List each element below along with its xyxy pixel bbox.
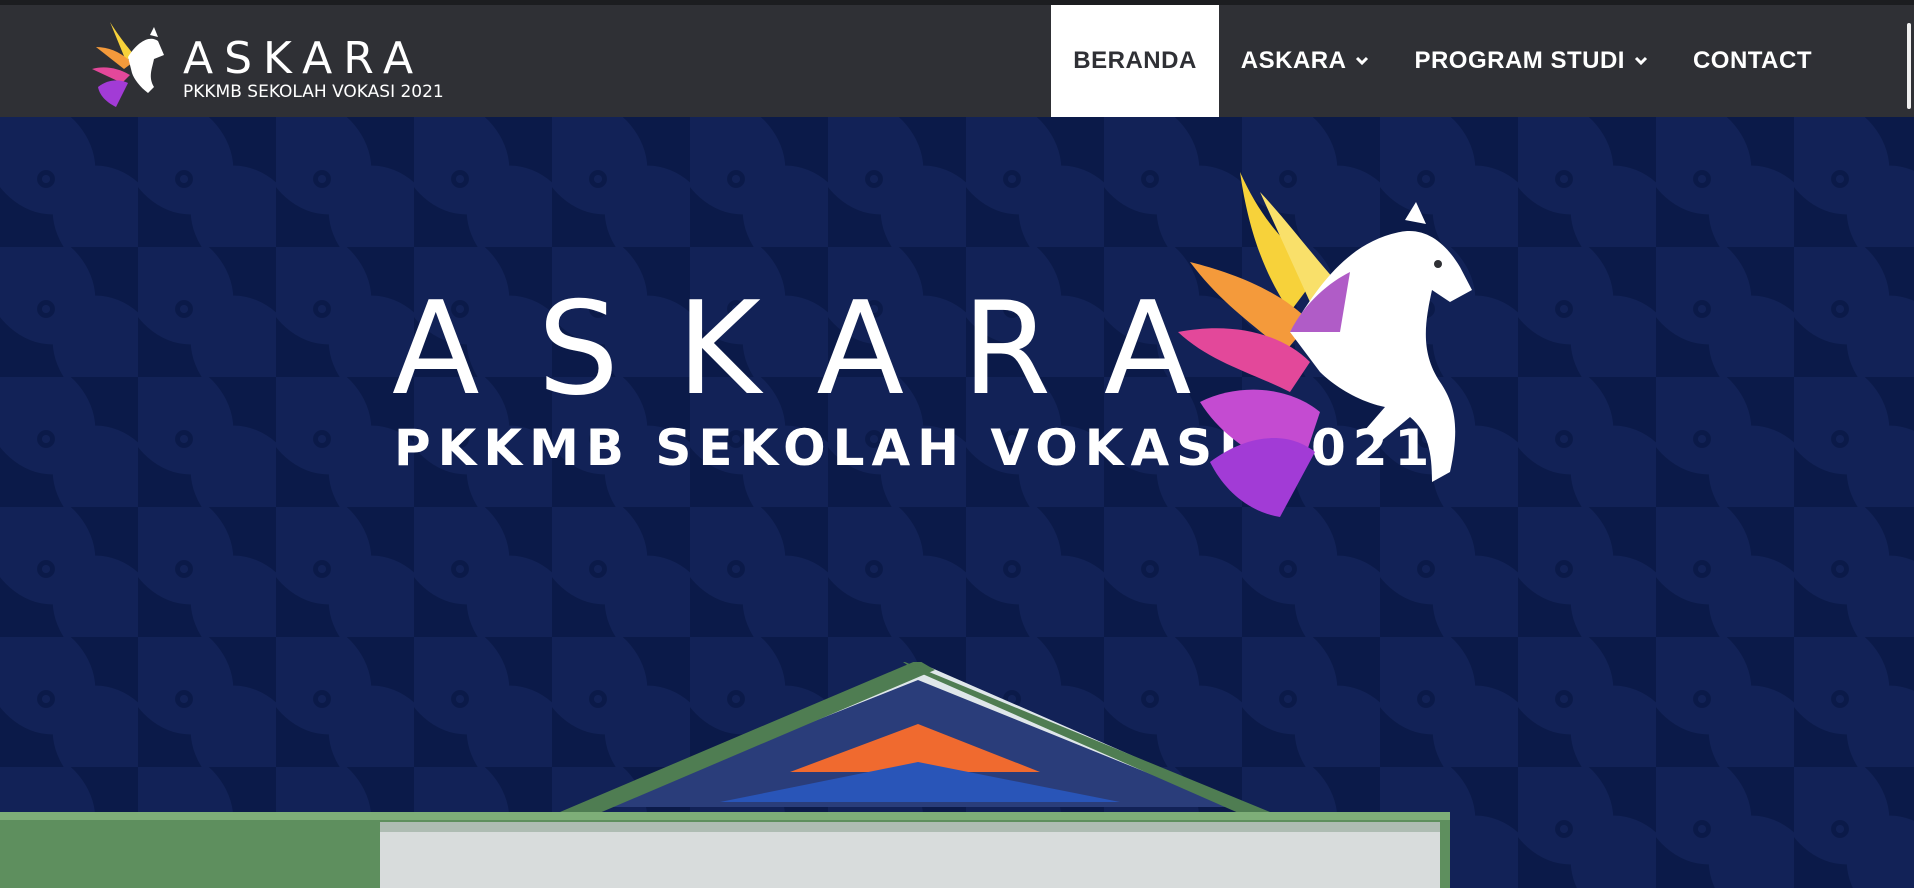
chevron-down-icon [1356,56,1369,66]
nav-program-studi[interactable]: PROGRAM STUDI [1392,5,1671,117]
nav-askara[interactable]: ASKARA [1219,5,1393,117]
chevron-down-icon [1634,56,1648,66]
top-navigation-bar: ASKARA PKKMB SEKOLAH VOKASI 2021 BERANDA… [0,0,1914,117]
building-roof-photo [0,662,1450,888]
nav-contact-label: CONTACT [1692,47,1812,74]
nav-askara-label: ASKARA [1240,47,1347,74]
pegasus-logo-icon [92,22,164,107]
main-nav: BERANDA ASKARA PROGRAM STUDI CONTACT [1051,5,1834,117]
nav-program-studi-label: PROGRAM STUDI [1414,47,1625,74]
site-logo[interactable]: ASKARA PKKMB SEKOLAH VOKASI 2021 [88,17,444,113]
nav-beranda-label: BERANDA [1073,47,1197,74]
pegasus-illustration [1178,172,1472,517]
hero-title: ASKARA [392,275,1250,424]
logo-subtitle: PKKMB SEKOLAH VOKASI 2021 [183,82,444,102]
scrollbar[interactable] [1907,23,1911,109]
nav-contact[interactable]: CONTACT [1671,5,1834,117]
logo-title: ASKARA [183,33,425,84]
hero-banner: ASKARA PKKMB SEKOLAH VOKASI 2021 [0,117,1914,888]
nav-beranda[interactable]: BERANDA [1051,5,1219,117]
